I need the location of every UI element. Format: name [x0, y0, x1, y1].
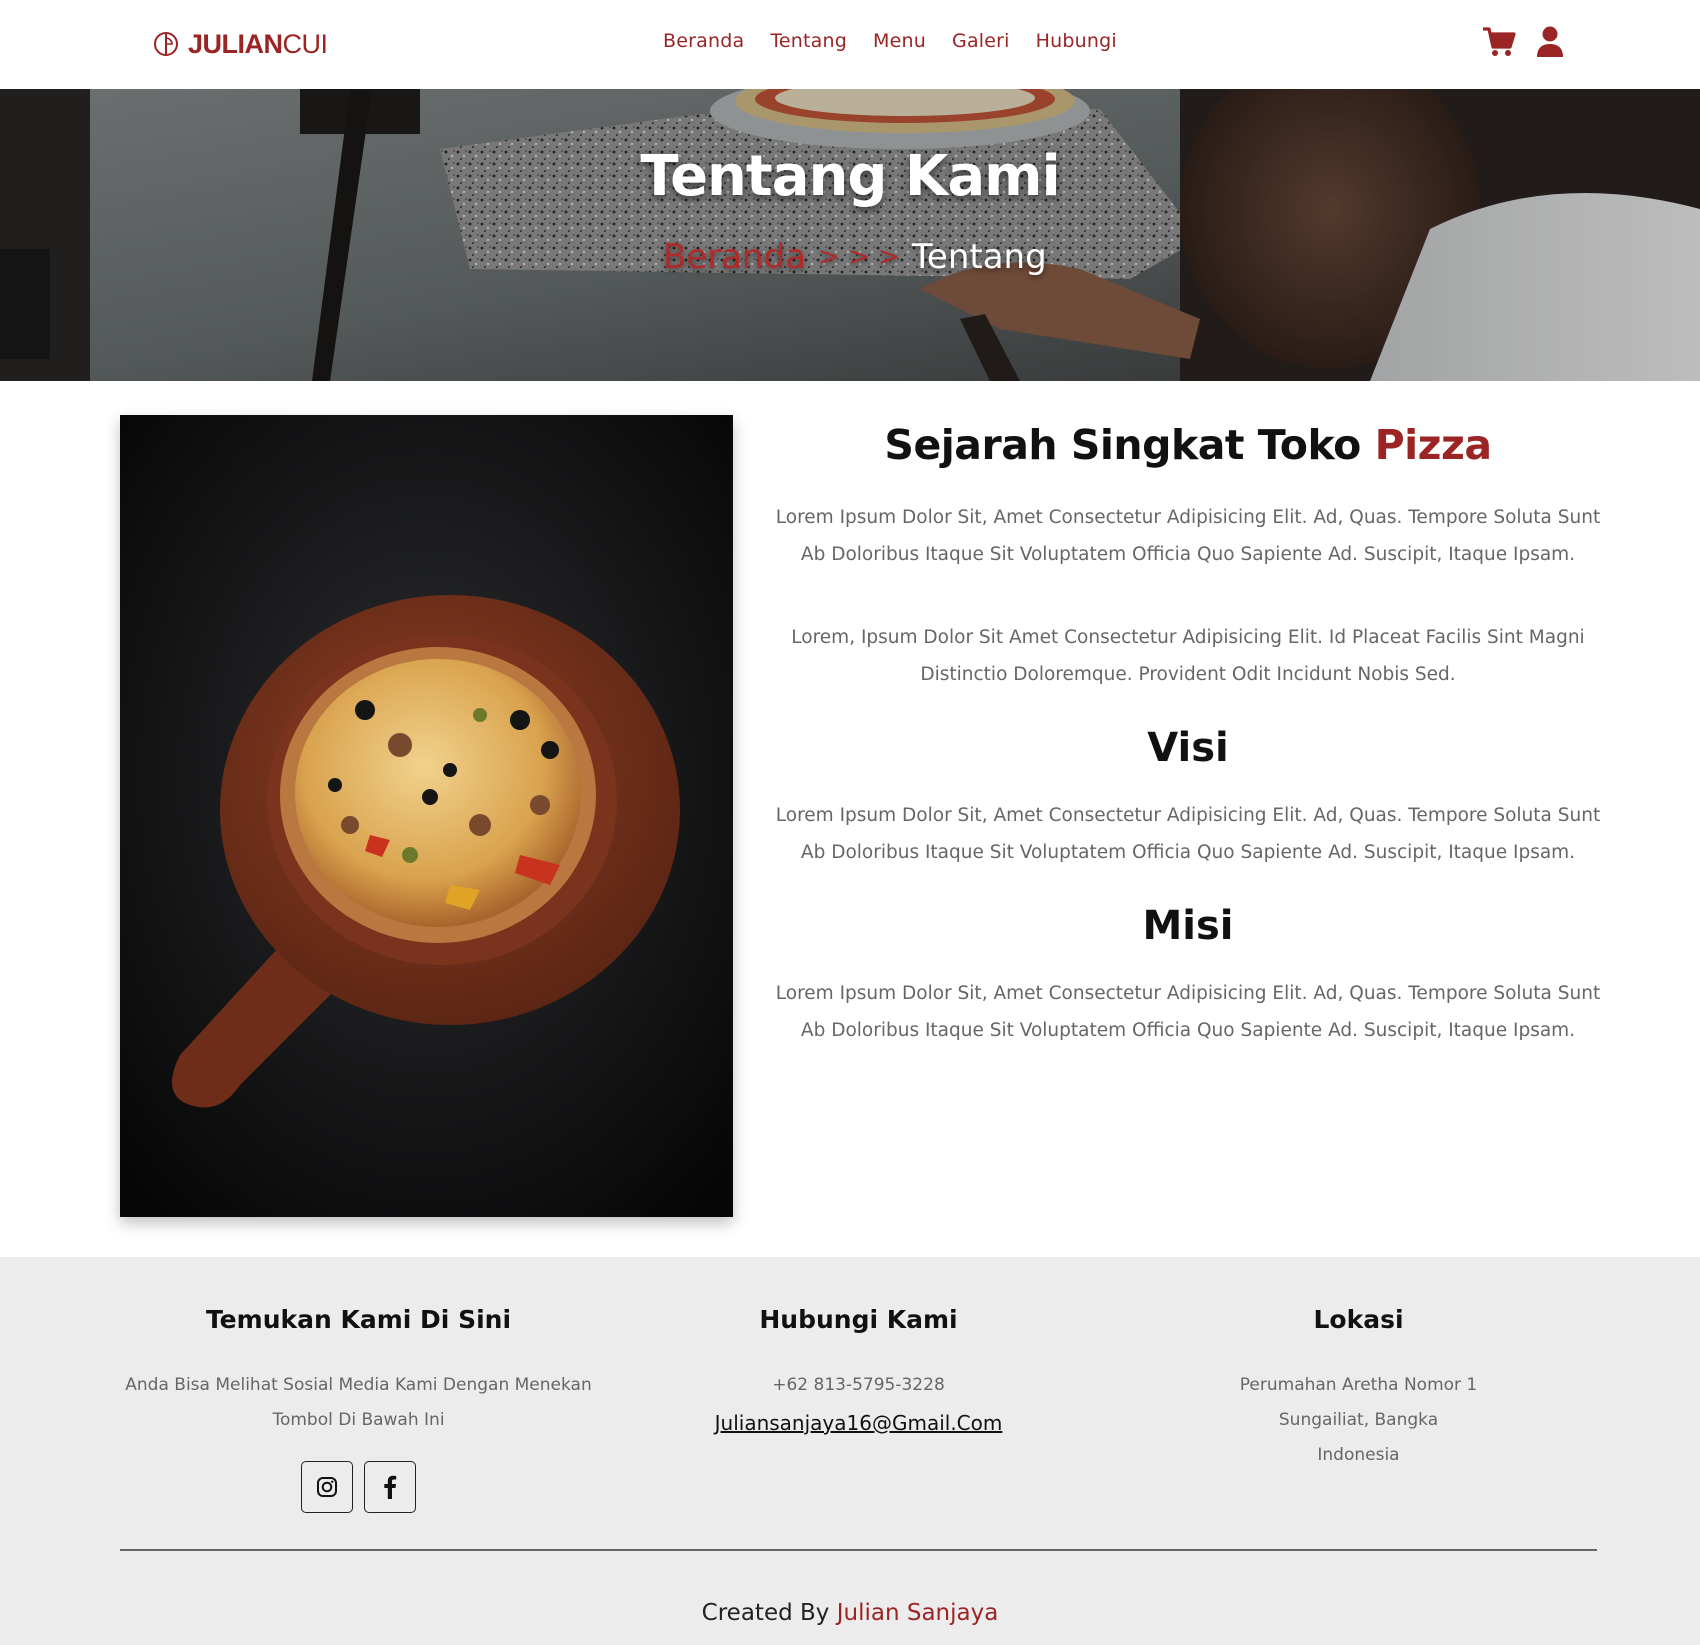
main-nav: Beranda Tentang Menu Galeri Hubungi [663, 30, 1117, 52]
about-title-accent: Pizza [1374, 421, 1493, 469]
about-section: Sejarah Singkat Toko Pizza Lorem Ipsum D… [770, 415, 1606, 1049]
about-title: Sejarah Singkat Toko Pizza [884, 421, 1493, 469]
visi-title: Visi [1147, 725, 1229, 771]
breadcrumb-separator: > > > [818, 242, 900, 272]
location-address: Perumahan Aretha Nomor 1 Sungailiat, Ban… [1239, 1375, 1478, 1465]
nav-icons [1482, 26, 1564, 58]
instagram-icon [317, 1477, 337, 1497]
footer-contact-title: Hubungi Kami [759, 1305, 958, 1334]
nav-link-galeri[interactable]: Galeri [952, 30, 1010, 52]
user-icon[interactable] [1536, 26, 1564, 58]
footer-social-title: Temukan Kami Di Sini [205, 1305, 512, 1334]
brand-logo-link[interactable]: JULIANCUI [152, 26, 328, 62]
breadcrumb: Beranda > > > Tentang [663, 237, 1047, 277]
misi-text: Lorem Ipsum Dolor Sit, Amet Consectetur … [775, 983, 1601, 1041]
breadcrumb-current: Tentang [911, 237, 1047, 277]
footer-location-title: Lokasi [1313, 1305, 1404, 1334]
footer: Temukan Kami Di Sini Anda Bisa Melihat S… [0, 1257, 1700, 1645]
facebook-icon [384, 1475, 397, 1499]
navbar: JULIANCUI Beranda Tentang Menu Galeri Hu… [0, 0, 1700, 89]
pizza-logo-icon [154, 32, 178, 56]
footer-social-column: Temukan Kami Di Sini Anda Bisa Melihat S… [100, 1305, 617, 1513]
footer-divider [120, 1549, 1597, 1551]
brand-name: JULIANCUI [188, 28, 328, 59]
shopping-cart-icon[interactable] [1482, 26, 1516, 58]
footer-social-description: Anda Bisa Melihat Sosial Media Kami Deng… [125, 1375, 592, 1430]
social-buttons [100, 1461, 617, 1513]
about-paragraph-1: Lorem Ipsum Dolor Sit, Amet Consectetur … [775, 507, 1601, 565]
contact-email-link[interactable]: Juliansanjaya16@Gmail.Com [715, 1411, 1003, 1435]
visi-text: Lorem Ipsum Dolor Sit, Amet Consectetur … [775, 805, 1601, 863]
facebook-button[interactable] [364, 1461, 416, 1513]
nav-link-menu[interactable]: Menu [873, 30, 926, 52]
instagram-button[interactable] [301, 1461, 353, 1513]
footer-contact-column: Hubungi Kami +62 813-5795-3228 Juliansan… [600, 1305, 1117, 1435]
misi-title: Misi [1142, 903, 1234, 949]
credits-author: Julian Sanjaya [836, 1600, 999, 1626]
about-paragraph-2: Lorem, Ipsum Dolor Sit Amet Consectetur … [791, 627, 1585, 685]
hero-banner: Tentang Kami Beranda > > > Tentang [0, 89, 1700, 381]
footer-location-column: Lokasi Perumahan Aretha Nomor 1 Sungaili… [1100, 1305, 1617, 1473]
pizza-photo [120, 415, 733, 1217]
hero-title: Tentang Kami [640, 144, 1060, 209]
contact-phone: +62 813-5795-3228 [772, 1375, 945, 1395]
footer-credits: Created By Julian Sanjaya [701, 1600, 999, 1626]
pizza-on-board-image [120, 415, 733, 1217]
breadcrumb-home-link[interactable]: Beranda [663, 237, 806, 277]
nav-link-tentang[interactable]: Tentang [770, 30, 847, 52]
nav-link-beranda[interactable]: Beranda [663, 30, 744, 52]
nav-link-hubungi[interactable]: Hubungi [1036, 30, 1117, 52]
hero-background-photo [0, 89, 1700, 381]
